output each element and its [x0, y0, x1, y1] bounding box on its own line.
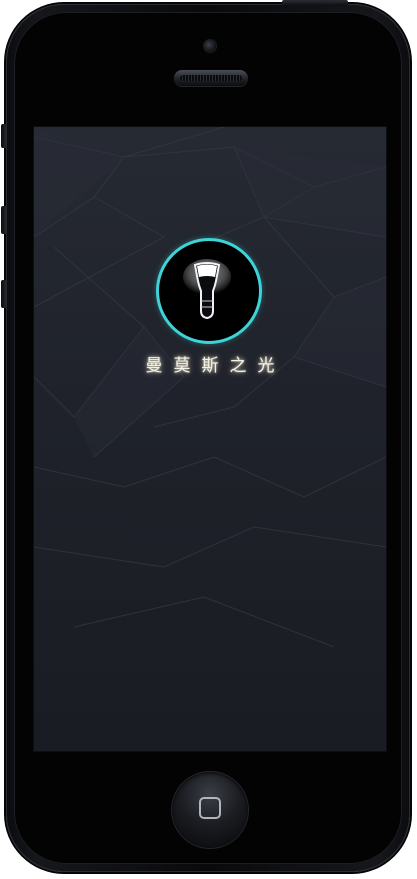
app-screen: 曼莫斯之光 [34, 127, 386, 751]
front-camera [204, 40, 216, 52]
lightbulb-icon [183, 259, 231, 320]
mute-switch [1, 124, 7, 148]
home-button-square-icon [199, 797, 221, 819]
polygon-background [34, 127, 386, 648]
home-button[interactable] [172, 772, 248, 848]
volume-up-button [1, 206, 7, 234]
volume-down-button [1, 280, 7, 308]
device-mockup: 曼莫斯之光 [0, 0, 417, 879]
power-button [282, 0, 348, 6]
earpiece-speaker [174, 70, 248, 86]
app-logo[interactable] [156, 238, 262, 344]
brand-title: 曼莫斯之光 [145, 356, 286, 376]
